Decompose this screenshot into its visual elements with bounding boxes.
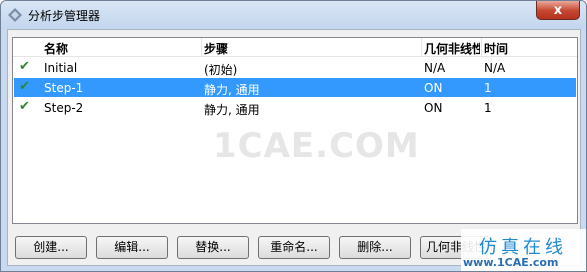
row-nlgeom: N/A — [424, 61, 446, 75]
table-row[interactable]: ✔ Initial (初始) N/A N/A — [14, 58, 576, 77]
close-button[interactable]: x — [536, 1, 580, 20]
delete-button[interactable]: 删除... — [339, 236, 411, 259]
row-nlgeom: ON — [424, 101, 443, 115]
table-row[interactable]: ✔ Step-2 静力, 通用 ON 1 — [14, 98, 576, 117]
row-time: 1 — [484, 81, 492, 95]
row-nlgeom: ON — [424, 81, 443, 95]
row-time: N/A — [484, 61, 506, 75]
row-name: Step-1 — [44, 81, 84, 95]
column-header-step[interactable]: 步骤 — [204, 40, 414, 57]
replace-button[interactable]: 替换... — [177, 236, 249, 259]
title-bar[interactable]: 分析步管理器 x — [1, 1, 586, 29]
row-name: Initial — [44, 61, 78, 75]
create-button[interactable]: 创建... — [15, 236, 87, 259]
table-row-selected[interactable]: ✔ Step-1 静力, 通用 ON 1 — [14, 78, 576, 97]
column-header-name[interactable]: 名称 — [44, 40, 194, 57]
check-icon: ✔ — [19, 59, 30, 74]
brand-watermark: 仿真在线 www.1CAE.com — [461, 229, 586, 271]
rename-button[interactable]: 重命名... — [258, 236, 330, 259]
column-header-time[interactable]: 时间 — [484, 40, 564, 57]
check-icon: ✔ — [19, 99, 30, 114]
edit-button[interactable]: 编辑... — [96, 236, 168, 259]
window-title: 分析步管理器 — [28, 9, 101, 23]
close-icon: x — [553, 2, 563, 18]
check-icon: ✔ — [19, 79, 30, 94]
row-step: 静力, 通用 — [204, 83, 260, 97]
list-header: 名称 步骤 几何非线性 时间 — [13, 38, 577, 57]
column-header-nlgeom[interactable]: 几何非线性 — [424, 40, 480, 57]
row-step: 静力, 通用 — [204, 103, 260, 117]
steps-list[interactable]: 名称 步骤 几何非线性 时间 1CAE.COM ✔ Initial (初始) N… — [12, 37, 578, 224]
row-time: 1 — [484, 101, 492, 115]
step-manager-window: 分析步管理器 x 名称 步骤 几何非线性 时间 1CAE.COM ✔ Initi… — [0, 0, 587, 272]
brand-url: www.1CAE.com — [463, 256, 559, 269]
row-name: Step-2 — [44, 101, 84, 115]
watermark: 1CAE.COM — [213, 126, 420, 166]
app-icon — [8, 8, 22, 22]
row-step: (初始) — [204, 63, 238, 77]
